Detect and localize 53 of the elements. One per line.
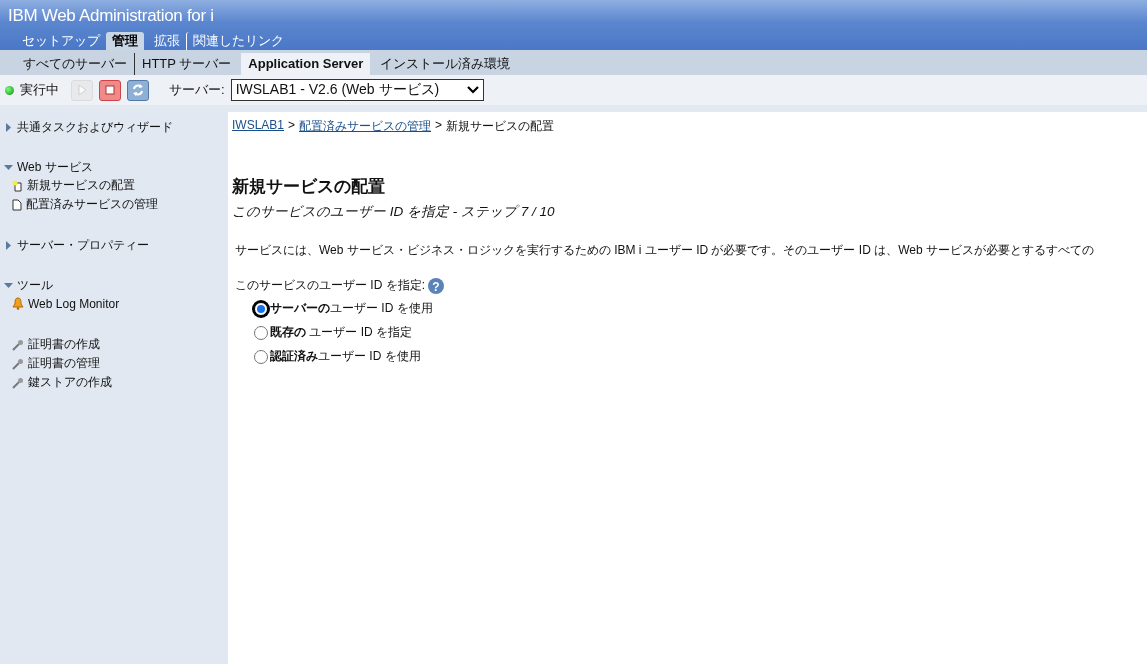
question-label: このサービスのユーザー ID を指定: [235,277,425,294]
sidebar-item[interactable]: 鍵ストアの作成 [0,373,228,392]
chevron-down-icon [467,86,480,94]
collapsed-triangle-icon[interactable] [4,240,13,250]
sub-tab[interactable]: インストール済み環境 [373,53,518,75]
sidebar-item[interactable]: 証明書の作成 [0,335,228,354]
help-icon[interactable]: ? [428,277,444,294]
stop-button[interactable] [99,79,121,101]
status-text: 実行中 [20,81,59,99]
stop-icon [105,85,115,95]
wrench-icon [12,376,24,389]
new-page-icon [12,179,23,192]
breadcrumb-separator: > [435,118,443,134]
step-subheading: このサービスのユーザー ID を指定 - ステップ 7 / 10 [232,203,556,221]
sidebar-group-header[interactable]: Web サービス [0,158,228,176]
collapsed-triangle-icon[interactable] [4,122,13,132]
sidebar-item[interactable]: 新規サービスの配置 [0,176,228,195]
sidebar-group-header[interactable]: ツール [0,276,228,294]
sub-tab[interactable]: すべてのサーバー [16,53,134,75]
page-icon [12,198,22,211]
breadcrumb-link[interactable]: 配置済みサービスの管理 [299,118,432,135]
sidebar-item[interactable]: Web Log Monitor [0,294,228,313]
app-title: IBM Web Administration for i [7,5,215,26]
expanded-triangle-icon[interactable] [4,280,13,290]
breadcrumb-link[interactable]: IWSLAB1 [232,118,285,135]
radio-option[interactable]: 既存の ユーザー ID を指定 [254,323,1147,342]
bell-icon [12,297,24,310]
radio-button[interactable] [254,325,268,340]
sidebar-item[interactable]: 配置済みサービスの管理 [0,195,228,214]
breadcrumb-separator: > [288,118,296,134]
server-label: サーバー: [169,81,225,99]
sidebar-group-header[interactable]: 共通タスクおよびウィザード [0,118,228,136]
expanded-triangle-icon[interactable] [4,162,13,172]
nav-tab[interactable]: セットアップ [16,32,106,50]
sidebar-group-header[interactable]: サーバー・プロパティー [0,236,228,254]
radio-button[interactable] [254,349,268,364]
wrench-icon [12,357,24,370]
radio-option[interactable]: サーバーのユーザー ID を使用 [254,299,1147,318]
nav-tab[interactable]: 拡張 [148,32,186,50]
refresh-button[interactable] [127,79,149,101]
radio-option[interactable]: 認証済みユーザー ID を使用 [254,347,1147,366]
sub-tab[interactable]: Application Server [241,53,371,75]
sidebar-item[interactable]: 証明書の管理 [0,354,228,373]
radio-button[interactable] [254,301,268,316]
breadcrumb-current: 新規サービスの配置 [446,118,555,135]
wrench-icon [12,338,24,351]
play-icon [77,84,87,96]
server-select[interactable]: IWSLAB1 - V2.6 (Web サービス) [230,79,485,101]
page-heading: 新規サービスの配置 [232,176,386,198]
refresh-icon [131,83,145,97]
nav-tab[interactable]: 管理 [106,32,144,50]
status-dot-icon [5,85,14,95]
description-text: サービスには、Web サービス・ビジネス・ロジックを実行するための IBM i ユーザー ID が必要です。そのユーザー ID は、Web サービスが必要とするすべての [235,242,1095,259]
